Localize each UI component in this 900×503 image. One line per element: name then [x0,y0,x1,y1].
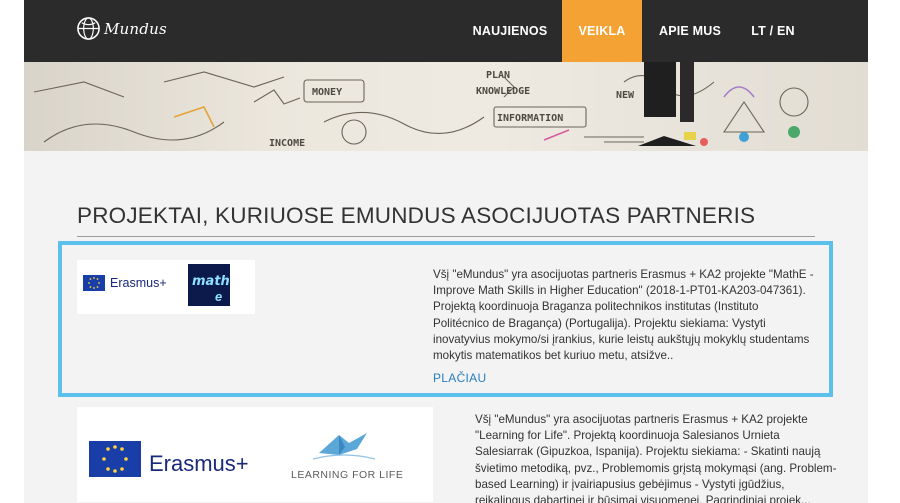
header: Mundus NAUJIENOS VEIKLA APIE MUS LT / EN [24,0,868,62]
banner-word: KNOWLEDGE [476,86,530,97]
logo-text: Mundus [104,19,167,38]
eu-flag-icon [83,275,105,291]
project-logo: Erasmus+ LEARNING FOR LIFE [77,407,433,502]
project-card-mathe[interactable]: Erasmus+ math e Všį "eMundus" yra asocij… [58,241,833,397]
nav-apie-mus[interactable]: APIE MUS [642,0,738,62]
nav-naujienos[interactable]: NAUJIENOS [458,0,562,62]
main-nav: NAUJIENOS VEIKLA APIE MUS LT / EN [458,0,808,62]
mathe-logo-e-icon: e [215,289,223,304]
mathe-logo-text: math [192,274,230,289]
banner-word: NEW [616,90,635,101]
title-divider [77,236,815,237]
banner-sketch-illustration: MONEY PLAN KNOWLEDGE INFORMATION NEW INC… [33,62,809,149]
nav-language-switch[interactable]: LT / EN [738,0,808,62]
banner-word: MONEY [312,87,342,98]
page-frame: Mundus NAUJIENOS VEIKLA APIE MUS LT / EN [24,0,868,503]
project-description: Všį "eMundus" yra asocijuotas partneris … [475,413,837,503]
banner-word: INFORMATION [497,113,563,124]
dove-icon [312,433,376,460]
banner-word: PLAN [486,70,510,81]
page-title: PROJEKTAI, KURIUOSE EMUNDUS ASOCIJUOTAS … [77,203,756,228]
banner-word: INCOME [269,138,305,149]
mathe-logo: math e [188,264,230,306]
erasmus-plus-wordmark: Erasmus+ [110,276,167,290]
erasmus-plus-wordmark: Erasmus+ [149,451,249,476]
project-card-learning-for-life[interactable]: Erasmus+ LEARNING FOR LIFE Všį "eMundus"… [77,404,837,503]
learning-for-life-wordmark: LEARNING FOR LIFE [291,469,404,481]
globe-icon [77,17,100,40]
nav-veikla-active[interactable]: VEIKLA [562,0,642,62]
project-description: Všį "eMundus" yra asocijuotas partneris … [433,268,814,363]
read-more-link[interactable]: PLAČIAU [433,371,486,385]
eu-flag-icon [89,441,141,477]
project-logo: Erasmus+ math e [77,260,255,314]
hero-banner-image: MONEY PLAN KNOWLEDGE INFORMATION NEW INC… [24,62,868,151]
site-logo[interactable]: Mundus [76,16,167,41]
